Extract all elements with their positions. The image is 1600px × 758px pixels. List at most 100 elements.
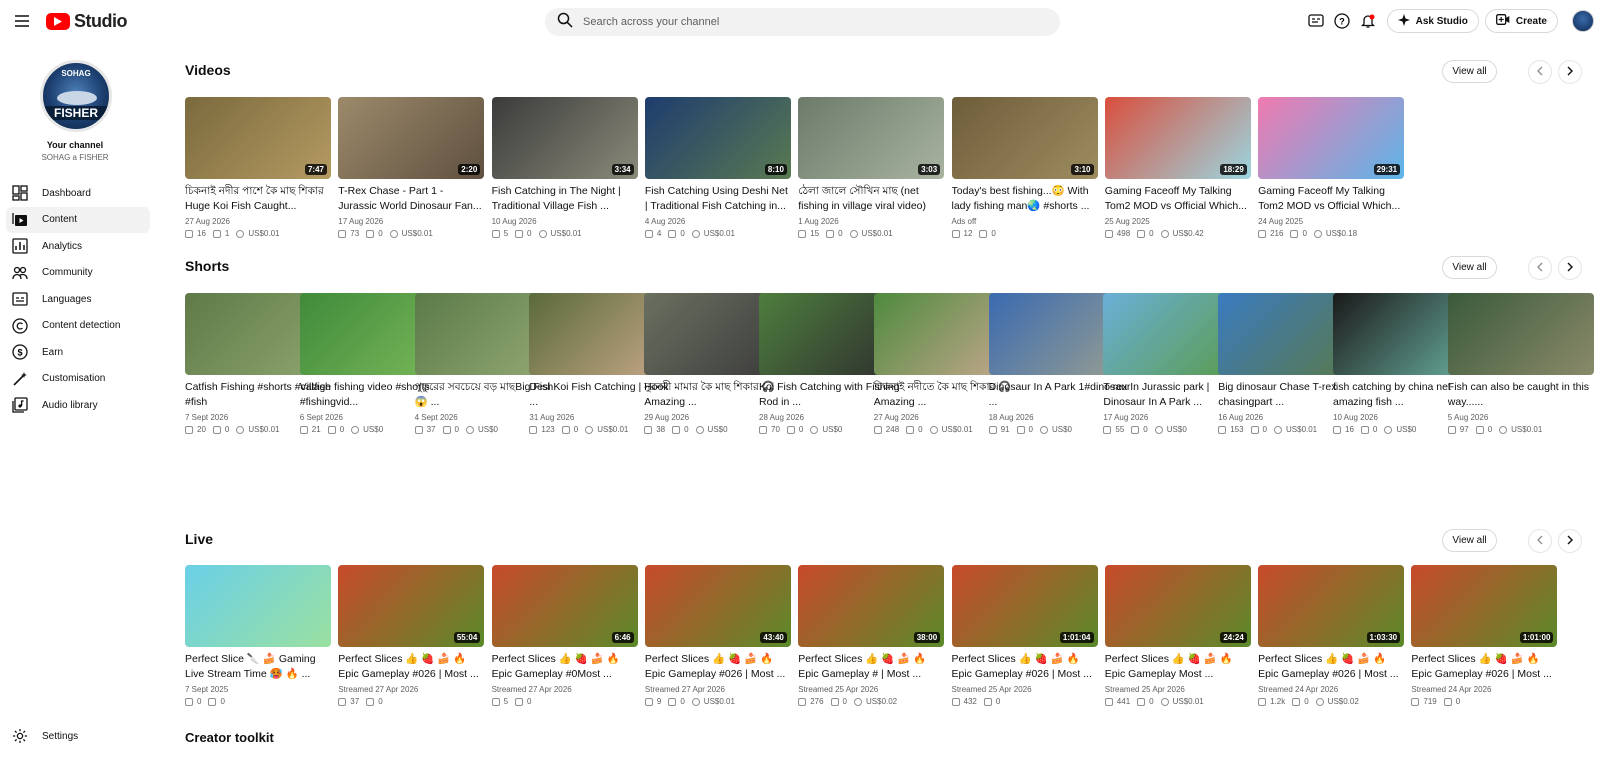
help-icon[interactable]: ? (1329, 8, 1355, 34)
dashboard-icon (12, 185, 28, 201)
live-view-all-button[interactable]: View all (1442, 529, 1497, 552)
ask-studio-button[interactable]: Ask Studio (1386, 9, 1479, 33)
video-thumbnail[interactable]: 43:40 (644, 565, 791, 647)
live-card[interactable]: 55:04 Perfect Slices 👍 🍓 🍰 🔥 Epic Gamepla… (338, 565, 485, 706)
sidebar-item-analytics[interactable]: Analytics (6, 233, 150, 259)
video-title[interactable]: Perfect Slices 👍 🍓 🍰 🔥 Epic Gameplay #02… (338, 652, 484, 682)
video-title[interactable]: Perfect Slices 👍 🍓 🍰 🔥 Epic Gameplay #02… (1258, 652, 1404, 682)
video-thumbnail[interactable] (185, 565, 331, 647)
shorts-next-button[interactable] (1558, 256, 1582, 280)
settings-button[interactable]: Settings (12, 728, 78, 744)
live-card[interactable]: 1:03:30 Perfect Slices 👍 🍓 🍰 🔥 Epic Gamep… (1258, 565, 1405, 706)
video-thumbnail[interactable] (1447, 293, 1594, 375)
stat-views: 248 (885, 425, 900, 434)
video-card[interactable]: 18:29 Gaming Faceoff My Talking Tom2 MOD … (1104, 97, 1251, 238)
sidebar-item-customisation[interactable]: Customisation (6, 366, 150, 392)
shorts-view-all-button[interactable]: View all (1442, 256, 1497, 279)
video-title[interactable]: Perfect Slice 🔪 🍰 Gaming Live Stream Tim… (185, 652, 331, 682)
video-thumbnail[interactable]: 3:10 (951, 97, 1098, 179)
video-title[interactable]: Perfect Slices 👍 🍓 🍰 🔥 Epic Gameplay # |… (798, 652, 944, 682)
video-card[interactable]: 3:34 Fish Catching in The Night | Traditi… (491, 97, 638, 238)
stat-views: 16 (1345, 425, 1354, 434)
live-card[interactable]: 1:01:00 Perfect Slices 👍 🍓 🍰 🔥 Epic Gamep… (1411, 565, 1558, 706)
stat-views: 12 (963, 229, 973, 238)
live-card[interactable]: Perfect Slice 🔪 🍰 Gaming Live Stream Tim… (185, 565, 331, 706)
shorts-prev-button[interactable] (1528, 256, 1552, 280)
sidebar-item-audio-library[interactable]: Audio library (6, 392, 150, 418)
live-card[interactable]: 43:40 Perfect Slices 👍 🍓 🍰 🔥 Epic Gamepla… (644, 565, 791, 706)
stat-views: 15 (810, 229, 820, 238)
video-thumbnail[interactable]: 38:00 (798, 565, 945, 647)
sidebar-item-dashboard[interactable]: Dashboard (6, 180, 150, 206)
views-icon (1103, 425, 1112, 434)
video-title[interactable]: Perfect Slices 👍 🍓 🍰 🔥 Epic Gameplay #02… (1411, 652, 1557, 682)
revenue-icon (691, 229, 700, 238)
search-bar[interactable] (545, 8, 1060, 36)
sidebar-item-earn[interactable]: $ Earn (6, 339, 150, 365)
video-thumbnail[interactable]: 3:03 (798, 97, 945, 179)
video-title[interactable]: Perfect Slices 👍 🍓 🍰 🔥 Epic Gameplay #0M… (492, 652, 638, 682)
video-stats: 498 0 US$0.42 (1104, 229, 1251, 238)
sidebar-item-content-detection[interactable]: Content detection (6, 313, 150, 339)
live-card[interactable]: 24:24 Perfect Slices 👍 🍓 🍰 🔥 Epic Gamepla… (1104, 565, 1251, 706)
video-thumbnail[interactable]: 24:24 (1104, 565, 1251, 647)
stat-comments: 0 (573, 425, 579, 434)
video-thumbnail[interactable]: 3:34 (491, 97, 638, 179)
create-button[interactable]: Create (1484, 9, 1558, 33)
live-next-button[interactable] (1558, 529, 1582, 553)
video-card[interactable]: 7:47 চিকনাই নদীর পাশে কৈ মাছ শিকার Huge K… (185, 97, 331, 238)
stat-revenue: US$0.01 (248, 425, 280, 434)
videos-prev-button[interactable] (1528, 60, 1552, 84)
menu-icon[interactable] (12, 11, 32, 31)
video-title[interactable]: Perfect Slices 👍 🍓 🍰 🔥 Epic Gameplay #02… (645, 652, 791, 682)
video-thumbnail[interactable]: 2:20 (338, 97, 485, 179)
video-thumbnail[interactable]: 8:10 (644, 97, 791, 179)
video-card[interactable]: 3:03 ঠেলা জালে সৌখিন মাছ (net fishing in … (798, 97, 945, 238)
video-title[interactable]: Gaming Faceoff My Talking Tom2 MOD vs Of… (1258, 184, 1404, 214)
views-icon (1258, 697, 1267, 706)
sidebar-item-community[interactable]: Community (6, 260, 150, 286)
video-card[interactable]: 29:31 Gaming Faceoff My Talking Tom2 MOD … (1258, 97, 1405, 238)
live-card[interactable]: 38:00 Perfect Slices 👍 🍓 🍰 🔥 Epic Gamepla… (798, 565, 945, 706)
video-title[interactable]: ঠেলা জালে সৌখিন মাছ (net fishing in vill… (798, 184, 944, 214)
videos-next-button[interactable] (1558, 60, 1582, 84)
video-title[interactable]: Gaming Faceoff My Talking Tom2 MOD vs Of… (1105, 184, 1251, 214)
comments-icon (672, 425, 681, 434)
video-thumbnail[interactable]: 29:31 (1258, 97, 1405, 179)
live-card[interactable]: 1:01:04 Perfect Slices 👍 🍓 🍰 🔥 Epic Gamep… (951, 565, 1098, 706)
video-thumbnail[interactable]: 1:01:00 (1411, 565, 1558, 647)
subtitles-icon[interactable] (1303, 8, 1329, 34)
stat-comments: 0 (1372, 425, 1378, 434)
video-thumbnail[interactable]: 1:03:30 (1258, 565, 1405, 647)
video-title[interactable]: Fish Catching in The Night | Traditional… (492, 184, 638, 214)
sidebar-item-languages[interactable]: Languages (6, 286, 150, 312)
video-date: 7 Sept 2025 (185, 685, 229, 694)
videos-view-all-button[interactable]: View all (1442, 60, 1497, 83)
account-avatar[interactable] (1572, 10, 1594, 32)
stat-comments: 0 (842, 697, 847, 706)
video-title[interactable]: Fish can also be caught in this way.....… (1448, 380, 1594, 410)
video-card[interactable]: 3:10 Today's best fishing...😳 With lady f… (951, 97, 1098, 238)
video-thumbnail[interactable]: 1:01:04 (951, 565, 1098, 647)
video-title[interactable]: T-Rex Chase - Part 1 - Jurassic World Di… (338, 184, 484, 214)
live-prev-button[interactable] (1528, 529, 1552, 553)
video-thumbnail[interactable]: 55:04 (338, 565, 485, 647)
channel-avatar[interactable]: SOHAG FISHER (40, 60, 112, 132)
video-card[interactable]: 2:20 T-Rex Chase - Part 1 - Jurassic Worl… (338, 97, 485, 238)
live-card[interactable]: 6:46 Perfect Slices 👍 🍓 🍰 🔥 Epic Gameplay… (491, 565, 638, 706)
video-thumbnail[interactable]: 18:29 (1104, 97, 1251, 179)
video-title[interactable]: চিকনাই নদীর পাশে কৈ মাছ শিকার Huge Koi F… (185, 184, 331, 214)
youtube-studio-logo[interactable]: Studio (46, 10, 128, 32)
video-title[interactable]: Perfect Slices 👍 🍓 🍰 🔥 Epic Gameplay #02… (952, 652, 1098, 682)
video-title[interactable]: Perfect Slices 👍 🍓 🍰 🔥 Epic Gameplay Mos… (1105, 652, 1251, 682)
comments-icon (979, 229, 988, 238)
video-thumbnail[interactable]: 6:46 (491, 565, 638, 647)
short-card[interactable]: Fish can also be caught in this way.....… (1447, 293, 1594, 434)
video-title[interactable]: Fish Catching Using Deshi Net | Traditio… (645, 184, 791, 214)
video-thumbnail[interactable]: 7:47 (185, 97, 331, 179)
search-input[interactable] (583, 16, 1023, 28)
video-title[interactable]: Today's best fishing...😳 With lady fishi… (952, 184, 1098, 214)
notifications-icon[interactable] (1355, 8, 1381, 34)
video-card[interactable]: 8:10 Fish Catching Using Deshi Net | Trad… (644, 97, 791, 238)
sidebar-item-content[interactable]: Content (6, 206, 150, 233)
